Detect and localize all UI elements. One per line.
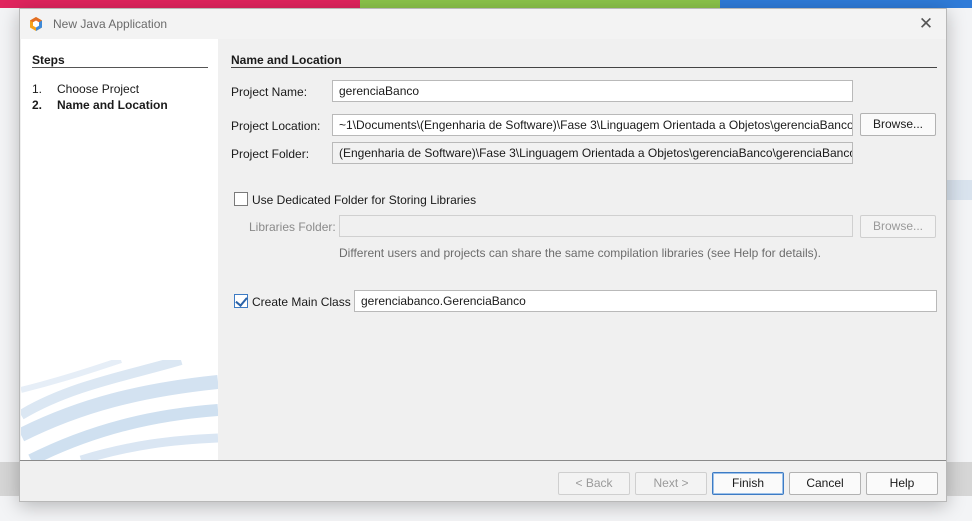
project-folder-field[interactable]: (Engenharia de Software)\Fase 3\Linguage…	[332, 142, 853, 164]
project-location-browse-button[interactable]: Browse...	[860, 113, 936, 136]
next-button[interactable]: Next >	[635, 472, 707, 495]
cancel-button[interactable]: Cancel	[789, 472, 861, 495]
libraries-browse-button[interactable]: Browse...	[860, 215, 936, 238]
project-name-label: Project Name:	[231, 85, 308, 99]
libraries-folder-input[interactable]	[339, 215, 853, 237]
close-icon[interactable]: ✕	[916, 14, 936, 34]
project-location-label: Project Location:	[231, 119, 321, 133]
step-number: 2.	[32, 98, 43, 112]
project-folder-label: Project Folder:	[231, 147, 310, 161]
step-choose-project: 1. Choose Project	[32, 81, 168, 97]
steps-divider	[32, 67, 208, 68]
project-name-input[interactable]: gerenciaBanco	[332, 80, 853, 102]
libraries-folder-label: Libraries Folder:	[249, 220, 336, 234]
help-button[interactable]: Help	[866, 472, 938, 495]
decorative-swoosh-graphic	[21, 360, 218, 460]
step-label: Name and Location	[57, 98, 168, 112]
project-location-input[interactable]: ~1\Documents\(Engenharia de Software)\Fa…	[332, 114, 853, 136]
back-button[interactable]: < Back	[558, 472, 630, 495]
section-title: Name and Location	[231, 53, 342, 67]
backdrop-band-blue	[720, 0, 972, 8]
step-label: Choose Project	[57, 82, 140, 96]
section-divider	[231, 67, 937, 68]
steps-panel: Steps 1. Choose Project 2. Name and Loca…	[21, 39, 218, 460]
create-main-class-label[interactable]: Create Main Class	[252, 295, 351, 309]
backdrop-band-pink	[0, 0, 360, 8]
new-java-application-dialog: New Java Application ✕ Steps 1. Choose P…	[19, 8, 947, 502]
steps-list: 1. Choose Project 2. Name and Location	[32, 81, 168, 113]
dedicated-folder-label[interactable]: Use Dedicated Folder for Storing Librari…	[252, 193, 476, 207]
title-bar[interactable]: New Java Application ✕	[20, 9, 946, 39]
backdrop-band-green	[360, 0, 740, 8]
steps-title: Steps	[32, 53, 65, 67]
finish-button[interactable]: Finish	[712, 472, 784, 495]
main-class-input[interactable]: gerenciabanco.GerenciaBanco	[354, 290, 937, 312]
dedicated-folder-checkbox[interactable]	[234, 192, 248, 206]
netbeans-hexagon-icon	[30, 17, 42, 31]
footer-divider	[20, 460, 946, 461]
window-title: New Java Application	[53, 17, 168, 31]
step-number: 1.	[32, 82, 43, 96]
libraries-hint-text: Different users and projects can share t…	[339, 246, 822, 260]
create-main-class-checkbox[interactable]	[234, 294, 248, 308]
step-name-and-location: 2. Name and Location	[32, 97, 168, 113]
